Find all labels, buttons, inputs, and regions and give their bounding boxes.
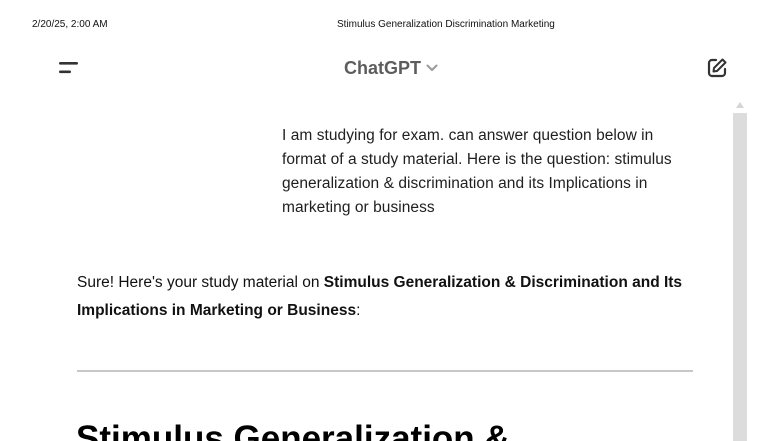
assistant-intro-prefix: Sure! Here's your study material on — [77, 274, 324, 291]
compose-icon — [707, 58, 727, 78]
horizontal-divider — [77, 370, 693, 372]
scrollbar[interactable] — [733, 113, 747, 441]
scroll-up-arrow-icon[interactable] — [735, 101, 745, 109]
model-selector[interactable]: ChatGPT — [344, 56, 438, 80]
chatgpt-print-page: 2/20/25, 2:00 AM Stimulus Generalization… — [0, 0, 784, 441]
model-name: ChatGPT — [344, 57, 422, 78]
scrollbar-thumb[interactable] — [733, 113, 747, 441]
sidebar-menu-button[interactable] — [54, 56, 84, 80]
chevron-down-icon — [426, 64, 438, 71]
assistant-intro: Sure! Here's your study material on Stim… — [77, 269, 697, 325]
print-title: Stimulus Generalization Discrimination M… — [337, 19, 555, 30]
new-chat-button[interactable] — [704, 55, 730, 81]
top-bar: ChatGPT — [0, 50, 784, 86]
print-header: 2/20/25, 2:00 AM Stimulus Generalization… — [0, 19, 784, 33]
user-message: I am studying for exam. can answer quest… — [282, 127, 672, 216]
sidebar-menu-icon — [59, 62, 78, 74]
study-material-heading: Stimulus Generalization & — [76, 419, 510, 441]
assistant-intro-suffix: : — [356, 302, 361, 319]
print-date: 2/20/25, 2:00 AM — [32, 19, 108, 30]
